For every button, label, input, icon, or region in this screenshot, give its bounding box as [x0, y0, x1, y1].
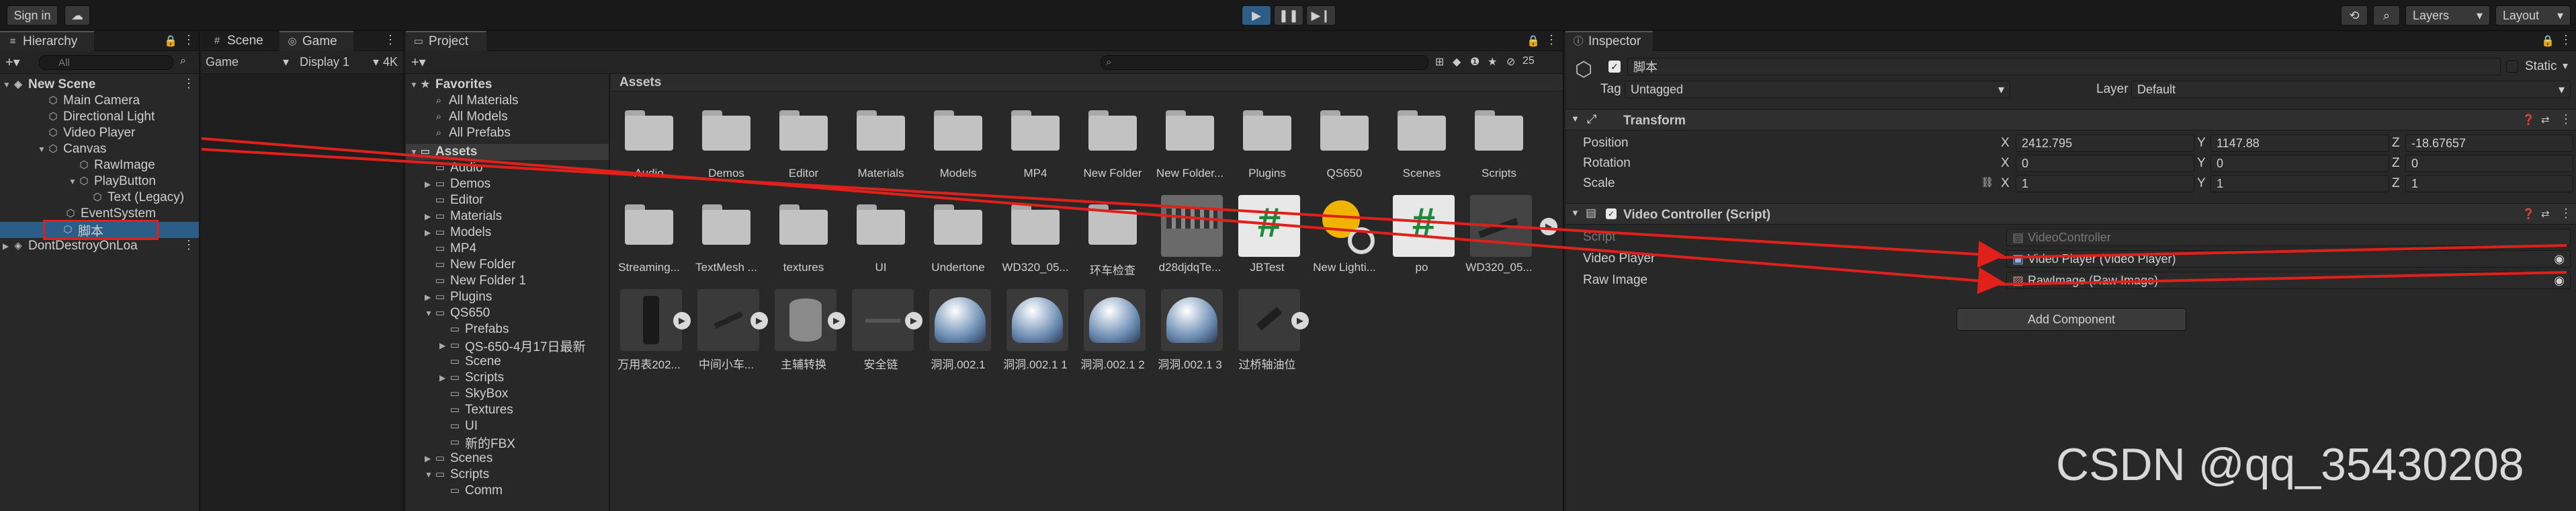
annotation-arrows [201, 137, 2567, 294]
arrow-to-raw-image [201, 137, 2005, 294]
watermark-text: CSDN @qq_35430208 [2056, 439, 2524, 490]
underline-video-player [1999, 244, 2567, 259]
underline-raw-image [1999, 271, 2567, 286]
arrow-to-video-player [201, 148, 2005, 268]
